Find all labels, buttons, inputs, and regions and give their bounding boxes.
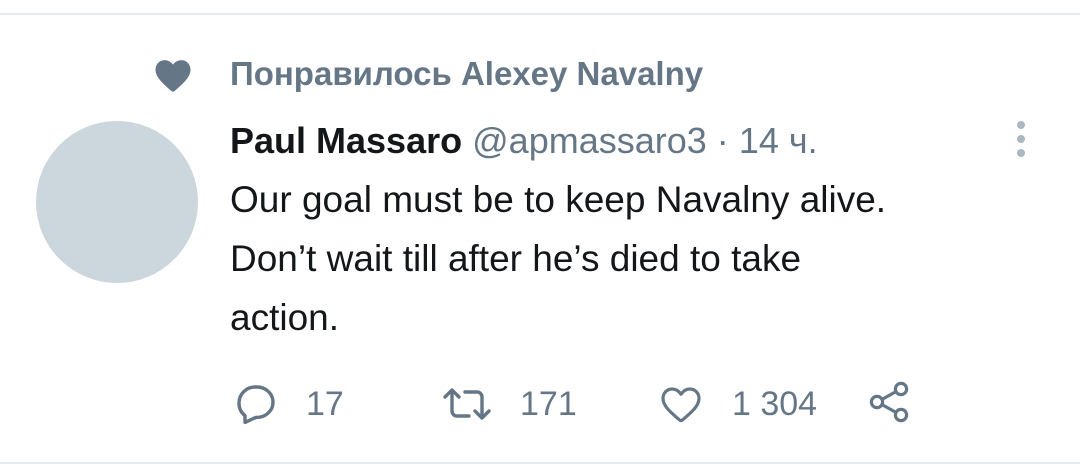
retweet-icon	[440, 380, 494, 428]
social-context: Понравилось Alexey Navalny	[0, 48, 1080, 100]
retweet-count: 171	[520, 385, 577, 423]
top-divider	[0, 13, 1080, 15]
tweet-text[interactable]: Our goal must be to keep Navalny alive. …	[230, 170, 1030, 347]
author-name[interactable]: Paul Massaro	[230, 120, 462, 161]
share-button[interactable]	[864, 378, 916, 430]
reply-icon	[232, 380, 280, 428]
tweet-text-line: Our goal must be to keep Navalny alive.	[230, 179, 887, 220]
like-button[interactable]: 1 304	[656, 378, 817, 430]
reply-count: 17	[306, 385, 344, 423]
tweet-text-line: Don’t wait till after he’s died to take	[230, 238, 802, 279]
avatar[interactable]	[36, 121, 198, 283]
tweet-timestamp[interactable]: 14 ч.	[739, 120, 818, 161]
more-options-icon[interactable]	[1004, 118, 1038, 160]
social-context-text[interactable]: Понравилось Alexey Navalny	[230, 52, 703, 96]
tweet-header: Paul Massaro @apmassaro3 · 14 ч.	[230, 116, 950, 166]
more-dot	[1017, 121, 1025, 129]
retweet-button[interactable]: 171	[440, 378, 577, 430]
reply-button[interactable]: 17	[232, 378, 344, 430]
share-icon	[866, 378, 914, 431]
tweet-actions: 17 171 1 304	[0, 378, 1080, 430]
more-dot	[1017, 149, 1025, 157]
like-count: 1 304	[732, 385, 818, 423]
heart-filled-icon	[152, 54, 194, 96]
header-separator: ·	[716, 120, 729, 161]
tweet-text-line: action.	[230, 297, 340, 338]
heart-icon	[656, 380, 706, 428]
more-dot	[1017, 135, 1025, 143]
author-handle[interactable]: @apmassaro3	[472, 120, 707, 161]
bottom-divider	[0, 462, 1080, 464]
